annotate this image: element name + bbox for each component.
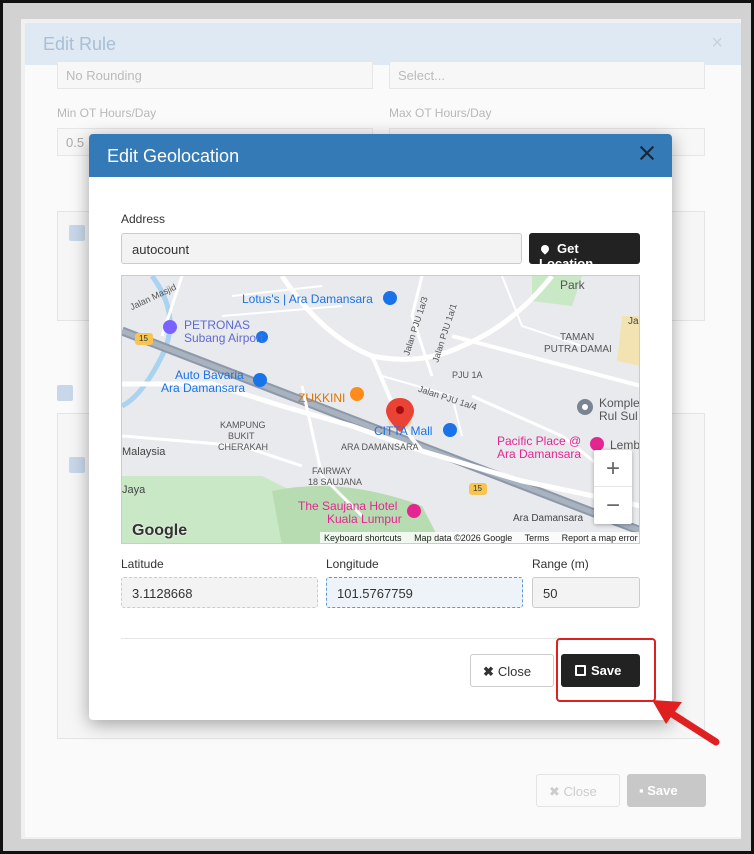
map-label-auto-bavaria-1[interactable]: Auto Bavaria [175, 368, 244, 382]
range-input[interactable]: 50 [532, 577, 640, 608]
close-icon[interactable]: × [711, 32, 723, 55]
modal-header: Edit Geolocation [89, 134, 672, 177]
map-label-kampung-1: KAMPUNG [220, 420, 266, 430]
map-label-saujana-1[interactable]: The Saujana Hotel [298, 499, 397, 513]
map-label-ara-damansara-road: Ara Damansara [513, 513, 584, 524]
map-label-park: Park [560, 278, 585, 292]
zoom-out-button[interactable]: − [594, 487, 632, 524]
map-label-ara-damansara: ARA DAMANSARA [341, 442, 419, 452]
map-label-taman-1: TAMAN [560, 332, 595, 343]
bg-checkbox-3[interactable] [69, 457, 85, 473]
bg-checkbox-2[interactable] [57, 385, 73, 401]
map-label-petronas-2[interactable]: Subang Airport [184, 331, 263, 345]
rounding-select[interactable]: No Rounding [57, 61, 373, 89]
edit-rule-header: Edit Rule × [25, 23, 741, 65]
get-location-button[interactable]: Get Location [529, 233, 640, 271]
close-icon[interactable] [640, 146, 654, 160]
map-label-fairway-1: FAIRWAY [312, 466, 352, 476]
keyboard-shortcuts-link[interactable]: Keyboard shortcuts [324, 533, 402, 543]
edit-geolocation-modal: Edit Geolocation Address autocount Get L… [89, 134, 672, 720]
longitude-input[interactable]: 101.5767759 [326, 577, 523, 608]
range-label: Range (m) [532, 557, 589, 571]
map-data-text: Map data ©2026 Google [414, 533, 513, 543]
ot-select[interactable]: Select... [389, 61, 705, 89]
map-label-jal: Jal [628, 316, 640, 327]
zoom-in-button[interactable]: + [594, 450, 632, 487]
google-logo: Google [132, 522, 188, 539]
map-label-pacific-2[interactable]: Ara Damansara [497, 447, 581, 461]
map-label-pacific-1[interactable]: Pacific Place @ [497, 434, 581, 448]
map-label-petronas-1[interactable]: PETRONAS [184, 318, 250, 332]
modal-title: Edit Geolocation [107, 146, 240, 166]
map-footer: Keyboard shortcuts Map data ©2026 Google… [320, 532, 639, 543]
close-button[interactable]: ✖ Close [470, 654, 554, 687]
map-label-jaya: Jaya [122, 484, 146, 496]
max-ot-label: Max OT Hours/Day [389, 106, 492, 120]
map-zoom-control: + − [594, 450, 632, 524]
address-label: Address [121, 212, 166, 226]
map-label-komplek-2[interactable]: Rul Sul [599, 409, 638, 423]
map-label-kampung-2: BUKIT [228, 431, 255, 441]
map-label-lotus[interactable]: Lotus's | Ara Damansara [242, 292, 373, 306]
map-label-citta[interactable]: CITTA Mall [374, 424, 432, 438]
map-label-route-15-a: 15 [139, 334, 148, 343]
map-marker-icon [539, 243, 551, 255]
map-label-auto-bavaria-2[interactable]: Ara Damansara [161, 381, 245, 395]
map-label-route-15-b: 15 [473, 484, 482, 493]
min-ot-label: Min OT Hours/Day [57, 106, 157, 120]
report-map-error-link[interactable]: Report a map error [562, 533, 638, 543]
map-label-fairway-2: 18 SAUJANA [308, 477, 363, 487]
map-label-zukkini[interactable]: ZUKKINI [298, 391, 345, 405]
map-label-komplek-1[interactable]: Komple [599, 396, 639, 410]
close-button-label: Close [497, 664, 532, 679]
edit-rule-title: Edit Rule [43, 34, 117, 54]
bg-checkbox-1[interactable] [69, 225, 85, 241]
map-label-malaysia: Malaysia [122, 446, 166, 458]
map-label-kampung-3: CHERAKAH [218, 442, 269, 452]
latitude-input[interactable]: 3.1128668 [121, 577, 318, 608]
map-label-taman-2: PUTRA DAMAI [544, 344, 612, 355]
address-input[interactable]: autocount [121, 233, 522, 264]
bg-close-button[interactable]: ✖ Close [536, 774, 620, 807]
red-arrow-annotation [652, 700, 720, 746]
times-icon: ✖ [483, 664, 494, 679]
latitude-label: Latitude [121, 557, 164, 571]
map-label-pju1a: PJU 1A [452, 370, 483, 380]
longitude-label: Longitude [326, 557, 379, 571]
google-map[interactable]: Lotus's | Ara Damansara PETRONAS Subang … [121, 275, 640, 544]
map-label-saujana-2[interactable]: Kuala Lumpur [327, 512, 402, 526]
bg-save-button[interactable]: ▪ Save [627, 774, 706, 807]
terms-link[interactable]: Terms [525, 533, 550, 543]
